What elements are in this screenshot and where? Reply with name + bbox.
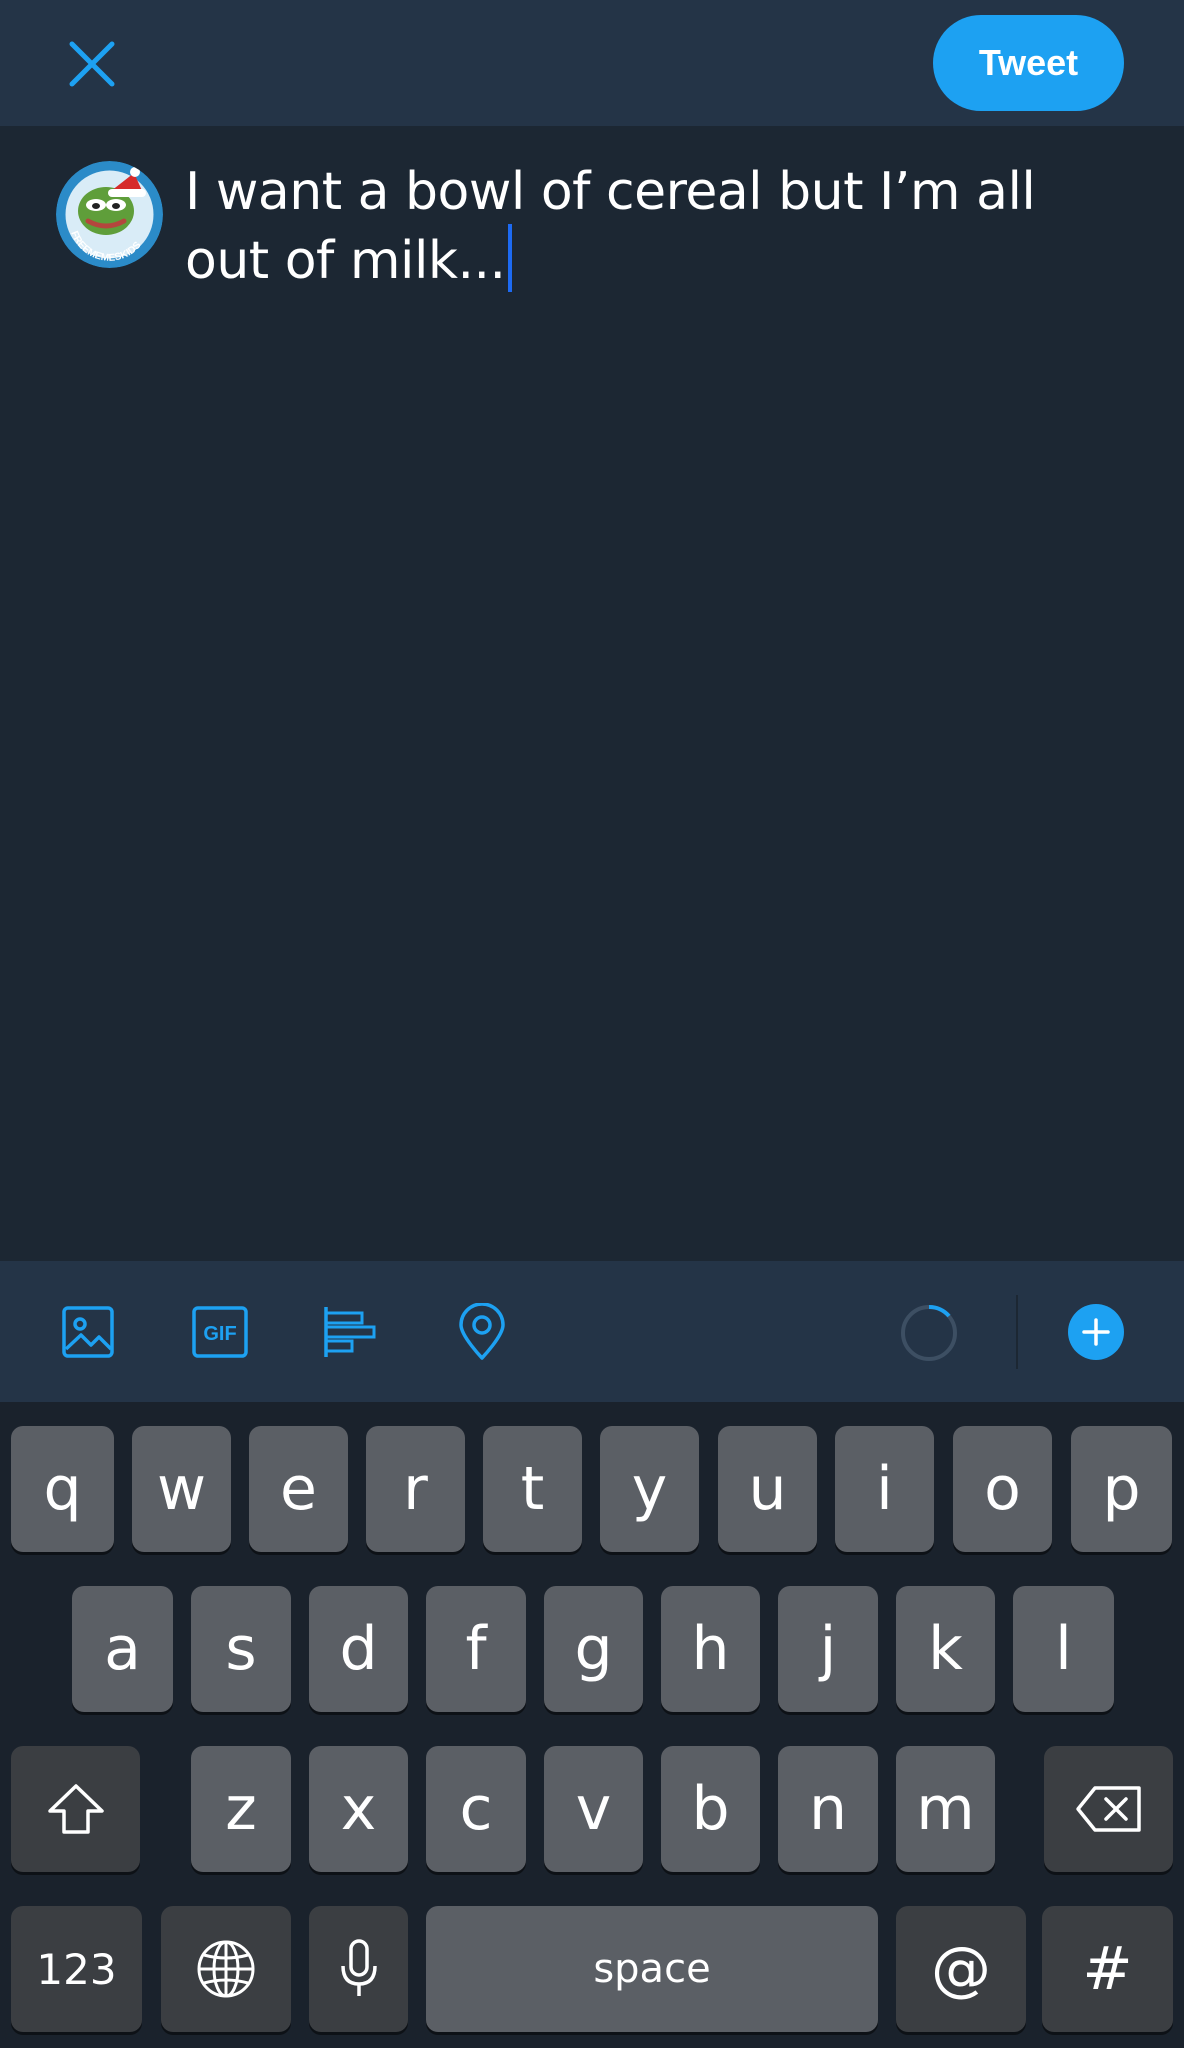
avatar[interactable]: FREEMEMESKIDS	[56, 161, 163, 268]
space-key[interactable]: space	[426, 1906, 878, 2032]
compose-toolbar	[0, 1261, 1184, 1402]
add-image-button[interactable]	[61, 1305, 115, 1364]
key-q[interactable]: q	[11, 1426, 114, 1552]
add-gif-button[interactable]: GIF	[192, 1305, 248, 1364]
add-thread-button[interactable]	[1067, 1303, 1125, 1366]
image-icon	[62, 1306, 114, 1358]
globe-key[interactable]	[161, 1906, 291, 2032]
key-d[interactable]: d	[309, 1586, 408, 1712]
add-poll-button[interactable]	[322, 1305, 378, 1364]
key-x[interactable]: x	[309, 1746, 408, 1872]
backspace-key[interactable]	[1044, 1746, 1173, 1872]
key-w[interactable]: w	[132, 1426, 231, 1552]
key-e[interactable]: e	[249, 1426, 348, 1552]
key-o[interactable]: o	[953, 1426, 1052, 1552]
key-b[interactable]: b	[661, 1746, 760, 1872]
key-k[interactable]: k	[896, 1586, 995, 1712]
gif-icon: GIF	[192, 1306, 248, 1358]
tweet-compose-field[interactable]: I want a bowl of cereal but I’m all out …	[185, 160, 1105, 293]
toolbar-divider	[1016, 1295, 1018, 1369]
dictation-key[interactable]	[309, 1906, 408, 2032]
at-key[interactable]: @	[896, 1906, 1026, 2032]
hash-key[interactable]: #	[1042, 1906, 1173, 2032]
key-a[interactable]: a	[72, 1586, 173, 1712]
compose-header: Tweet	[0, 0, 1184, 126]
key-m[interactable]: m	[896, 1746, 995, 1872]
add-thread-icon	[1068, 1304, 1124, 1360]
key-c[interactable]: c	[426, 1746, 526, 1872]
key-s[interactable]: s	[191, 1586, 291, 1712]
key-g[interactable]: g	[544, 1586, 643, 1712]
backspace-icon	[1075, 1786, 1141, 1832]
key-r[interactable]: r	[366, 1426, 465, 1552]
add-location-button[interactable]	[457, 1302, 507, 1366]
tweet-button[interactable]: Tweet	[933, 15, 1124, 111]
key-v[interactable]: v	[544, 1746, 643, 1872]
tweet-text: I want a bowl of cereal but I’m all out …	[185, 162, 1036, 291]
shift-key[interactable]	[11, 1746, 140, 1872]
microphone-icon	[340, 1939, 377, 1996]
close-button[interactable]	[62, 34, 122, 94]
character-counter	[899, 1303, 959, 1368]
key-p[interactable]: p	[1071, 1426, 1172, 1552]
key-n[interactable]: n	[778, 1746, 878, 1872]
key-u[interactable]: u	[718, 1426, 817, 1552]
key-i[interactable]: i	[835, 1426, 934, 1552]
text-caret	[507, 224, 512, 292]
shift-arrow-icon	[47, 1784, 104, 1834]
numbers-key[interactable]: 123	[11, 1906, 142, 2032]
location-icon	[459, 1302, 505, 1360]
key-f[interactable]: f	[426, 1586, 526, 1712]
close-icon	[69, 41, 115, 87]
key-h[interactable]: h	[661, 1586, 760, 1712]
globe-icon	[197, 1940, 255, 1998]
key-l[interactable]: l	[1013, 1586, 1114, 1712]
character-counter-icon	[901, 1304, 957, 1361]
key-z[interactable]: z	[191, 1746, 291, 1872]
key-y[interactable]: y	[600, 1426, 699, 1552]
key-j[interactable]: j	[778, 1586, 878, 1712]
gif-label: GIF	[203, 1323, 236, 1345]
poll-icon	[324, 1307, 376, 1357]
key-t[interactable]: t	[483, 1426, 582, 1552]
